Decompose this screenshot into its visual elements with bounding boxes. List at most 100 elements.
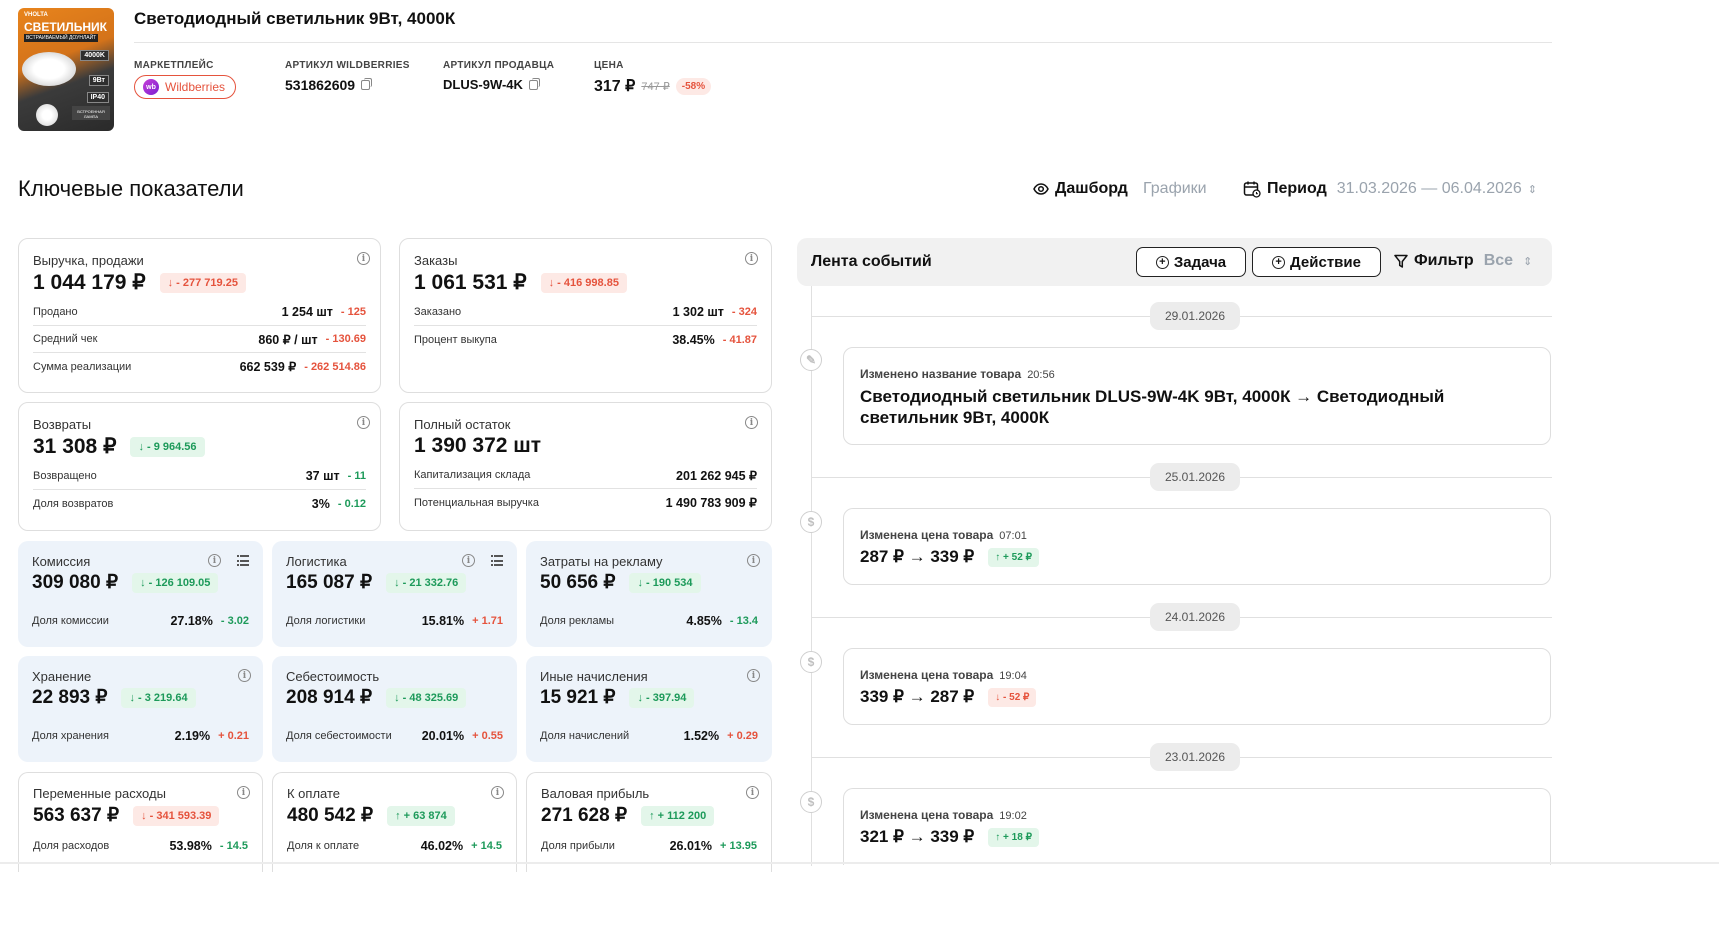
horizontal-scrollbar[interactable] [0, 862, 1719, 864]
row-value: 26.01% [669, 838, 712, 853]
row-value: 2.19% [174, 728, 211, 743]
filter-icon [1394, 254, 1408, 268]
info-icon[interactable]: i [747, 669, 760, 682]
row-delta: - 0.12 [337, 497, 366, 510]
old-price: 747 ₽ [641, 80, 670, 93]
charts-tab[interactable]: Графики [1143, 180, 1207, 198]
copy-icon[interactable] [528, 77, 540, 90]
row-label: Доля комиссии [32, 614, 109, 627]
calendar-icon [1243, 181, 1261, 198]
commission-card: Комиссия i 309 080 ₽ ↓ - 126 109.05 Доля … [18, 541, 263, 647]
wb-article-block: АРТИКУЛ WILDBERRIES 531862609 [285, 60, 410, 93]
card-title: Иные начисления [540, 669, 648, 684]
delta-badge: ↑ + 52 ₽ [988, 547, 1039, 567]
list-icon[interactable] [237, 555, 249, 566]
event-card[interactable]: Изменена цена товара 19:04 339 ₽ → 287 ₽ ↓… [843, 648, 1551, 725]
date-separator: 29.01.2026 [1150, 302, 1240, 330]
row-label: Процент выкупа [414, 333, 497, 346]
delta-badge: ↓ - 341 593.39 [133, 805, 220, 826]
card-title: Логистика [286, 554, 347, 569]
event-title-text: Изменено название товара [860, 367, 1022, 381]
product-image-subtitle: ВСТРАИВАЕМЫЙ ДОУНЛАЙТ [24, 34, 99, 42]
metric-row: Средний чек 860 ₽ / шт - 130.69 [33, 326, 366, 353]
row-value: 38.45% [672, 332, 715, 347]
marketplace-badge[interactable]: wb Wildberries [134, 75, 237, 99]
info-icon[interactable]: i [746, 786, 759, 799]
filter-dropdown[interactable]: Фильтр Все ⇕ [1394, 252, 1532, 270]
card-value: 480 542 ₽ [287, 805, 374, 826]
row-value: 4.85% [686, 613, 722, 628]
copy-icon[interactable] [361, 78, 373, 90]
row-value: 662 539 ₽ [239, 360, 297, 374]
lamp-graphic [36, 104, 58, 126]
period-value: 31.03.2026 — 06.04.2026 [1336, 180, 1522, 197]
card-value: 15 921 ₽ [540, 687, 616, 708]
card-title: Заказы [414, 253, 458, 268]
seller-article-value: DLUS-9W-4K [443, 77, 523, 92]
card-value: 563 637 ₽ [33, 805, 120, 826]
period-label: Период [1267, 180, 1327, 197]
row-value: 1.52% [683, 728, 720, 743]
row-label: Сумма реализации [33, 360, 132, 373]
info-icon[interactable]: i [745, 416, 758, 429]
info-icon[interactable]: i [491, 786, 504, 799]
row-value: 37 шт [305, 469, 340, 483]
card-value: 165 087 ₽ [286, 572, 373, 593]
row-delta: - 125 [340, 306, 366, 318]
event-body: Светодиодный светильник DLUS-9W-4K 9Вт, … [860, 387, 1445, 427]
info-icon[interactable]: i [357, 252, 370, 265]
card-title: Возвраты [33, 417, 92, 432]
lamp-graphic [22, 52, 76, 86]
product-image[interactable]: VHOLTA СВЕТИЛЬНИК ВСТРАИВАЕМЫЙ ДОУНЛАЙТ … [18, 8, 114, 131]
list-icon[interactable] [491, 555, 503, 566]
row-delta: + 14.5 [471, 839, 502, 852]
card-value: 208 914 ₽ [286, 687, 373, 708]
seller-article-label: АРТИКУЛ ПРОДАВЦА [443, 60, 555, 71]
event-title-text: Изменена цена товара [860, 528, 994, 542]
marketplace-block: МАРКЕТПЛЕЙС wb Wildberries [134, 60, 237, 99]
event-feed-title: Лента событий [811, 253, 932, 270]
delta-badge: ↓ - 397.94 [629, 687, 695, 708]
event-card[interactable]: Изменено название товара 20:56 Светодиодн… [843, 347, 1551, 445]
gross-profit-card: Валовая прибыль i 271 628 ₽ ↑ + 112 200 Д… [526, 772, 772, 872]
product-image-brand: VHOLTA [24, 12, 48, 18]
info-icon[interactable]: i [208, 554, 221, 567]
card-value: 22 893 ₽ [32, 687, 108, 708]
row-delta: + 0.29 [727, 729, 758, 742]
event-card[interactable]: Изменена цена товара 07:01 287 ₽ → 339 ₽ ↑… [843, 508, 1551, 585]
row-value: 1 302 шт [672, 305, 724, 319]
row-label: Доля хранения [32, 729, 109, 742]
price-label: ЦЕНА [594, 60, 624, 71]
add-action-button[interactable]: + Действие [1252, 247, 1381, 277]
info-icon[interactable]: i [747, 554, 760, 567]
metric-row: Доля прибыли 26.01% + 13.95 [541, 832, 757, 859]
product-image-tag: IP40 [86, 92, 109, 103]
info-icon[interactable]: i [238, 669, 251, 682]
event-time: 19:02 [999, 810, 1027, 822]
sort-chevron-icon: ⇕ [1527, 183, 1537, 196]
event-title: Изменена цена товара 19:04 [860, 668, 1027, 682]
metric-row: Доля рекламы 4.85% - 13.4 [540, 607, 758, 634]
event-time: 19:04 [999, 670, 1027, 682]
event-body: 287 ₽ → 339 ₽ ↑ + 52 ₽ [860, 547, 1039, 567]
sort-chevron-icon: ⇕ [1523, 255, 1533, 268]
add-task-button[interactable]: + Задача [1136, 247, 1246, 277]
event-body-text: 287 ₽ → 339 ₽ [860, 547, 975, 566]
row-value: 1 254 шт [281, 305, 333, 319]
period-selector[interactable]: Период 31.03.2026 — 06.04.2026 ⇕ [1243, 180, 1537, 198]
row-label: Капитализация склада [414, 469, 531, 481]
info-icon[interactable]: i [745, 252, 758, 265]
payout-card: К оплате i 480 542 ₽ ↑ + 63 874 Доля к оп… [272, 772, 517, 872]
plus-icon: + [1272, 255, 1286, 269]
date-separator: 25.01.2026 [1150, 463, 1240, 491]
info-icon[interactable]: i [237, 786, 250, 799]
delta-badge: ↑ + 18 ₽ [988, 827, 1039, 847]
card-title: К оплате [287, 786, 341, 801]
info-icon[interactable]: i [357, 416, 370, 429]
dashboard-tab[interactable]: Дашборд [1033, 180, 1128, 198]
event-card[interactable]: Изменена цена товара 19:02 321 ₽ → 339 ₽ ↑… [843, 788, 1551, 865]
wb-article-value: 531862609 [285, 77, 356, 93]
event-title-text: Изменена цена товара [860, 808, 994, 822]
info-icon[interactable]: i [462, 554, 475, 567]
delta-badge: ↑ + 112 200 [641, 805, 715, 826]
